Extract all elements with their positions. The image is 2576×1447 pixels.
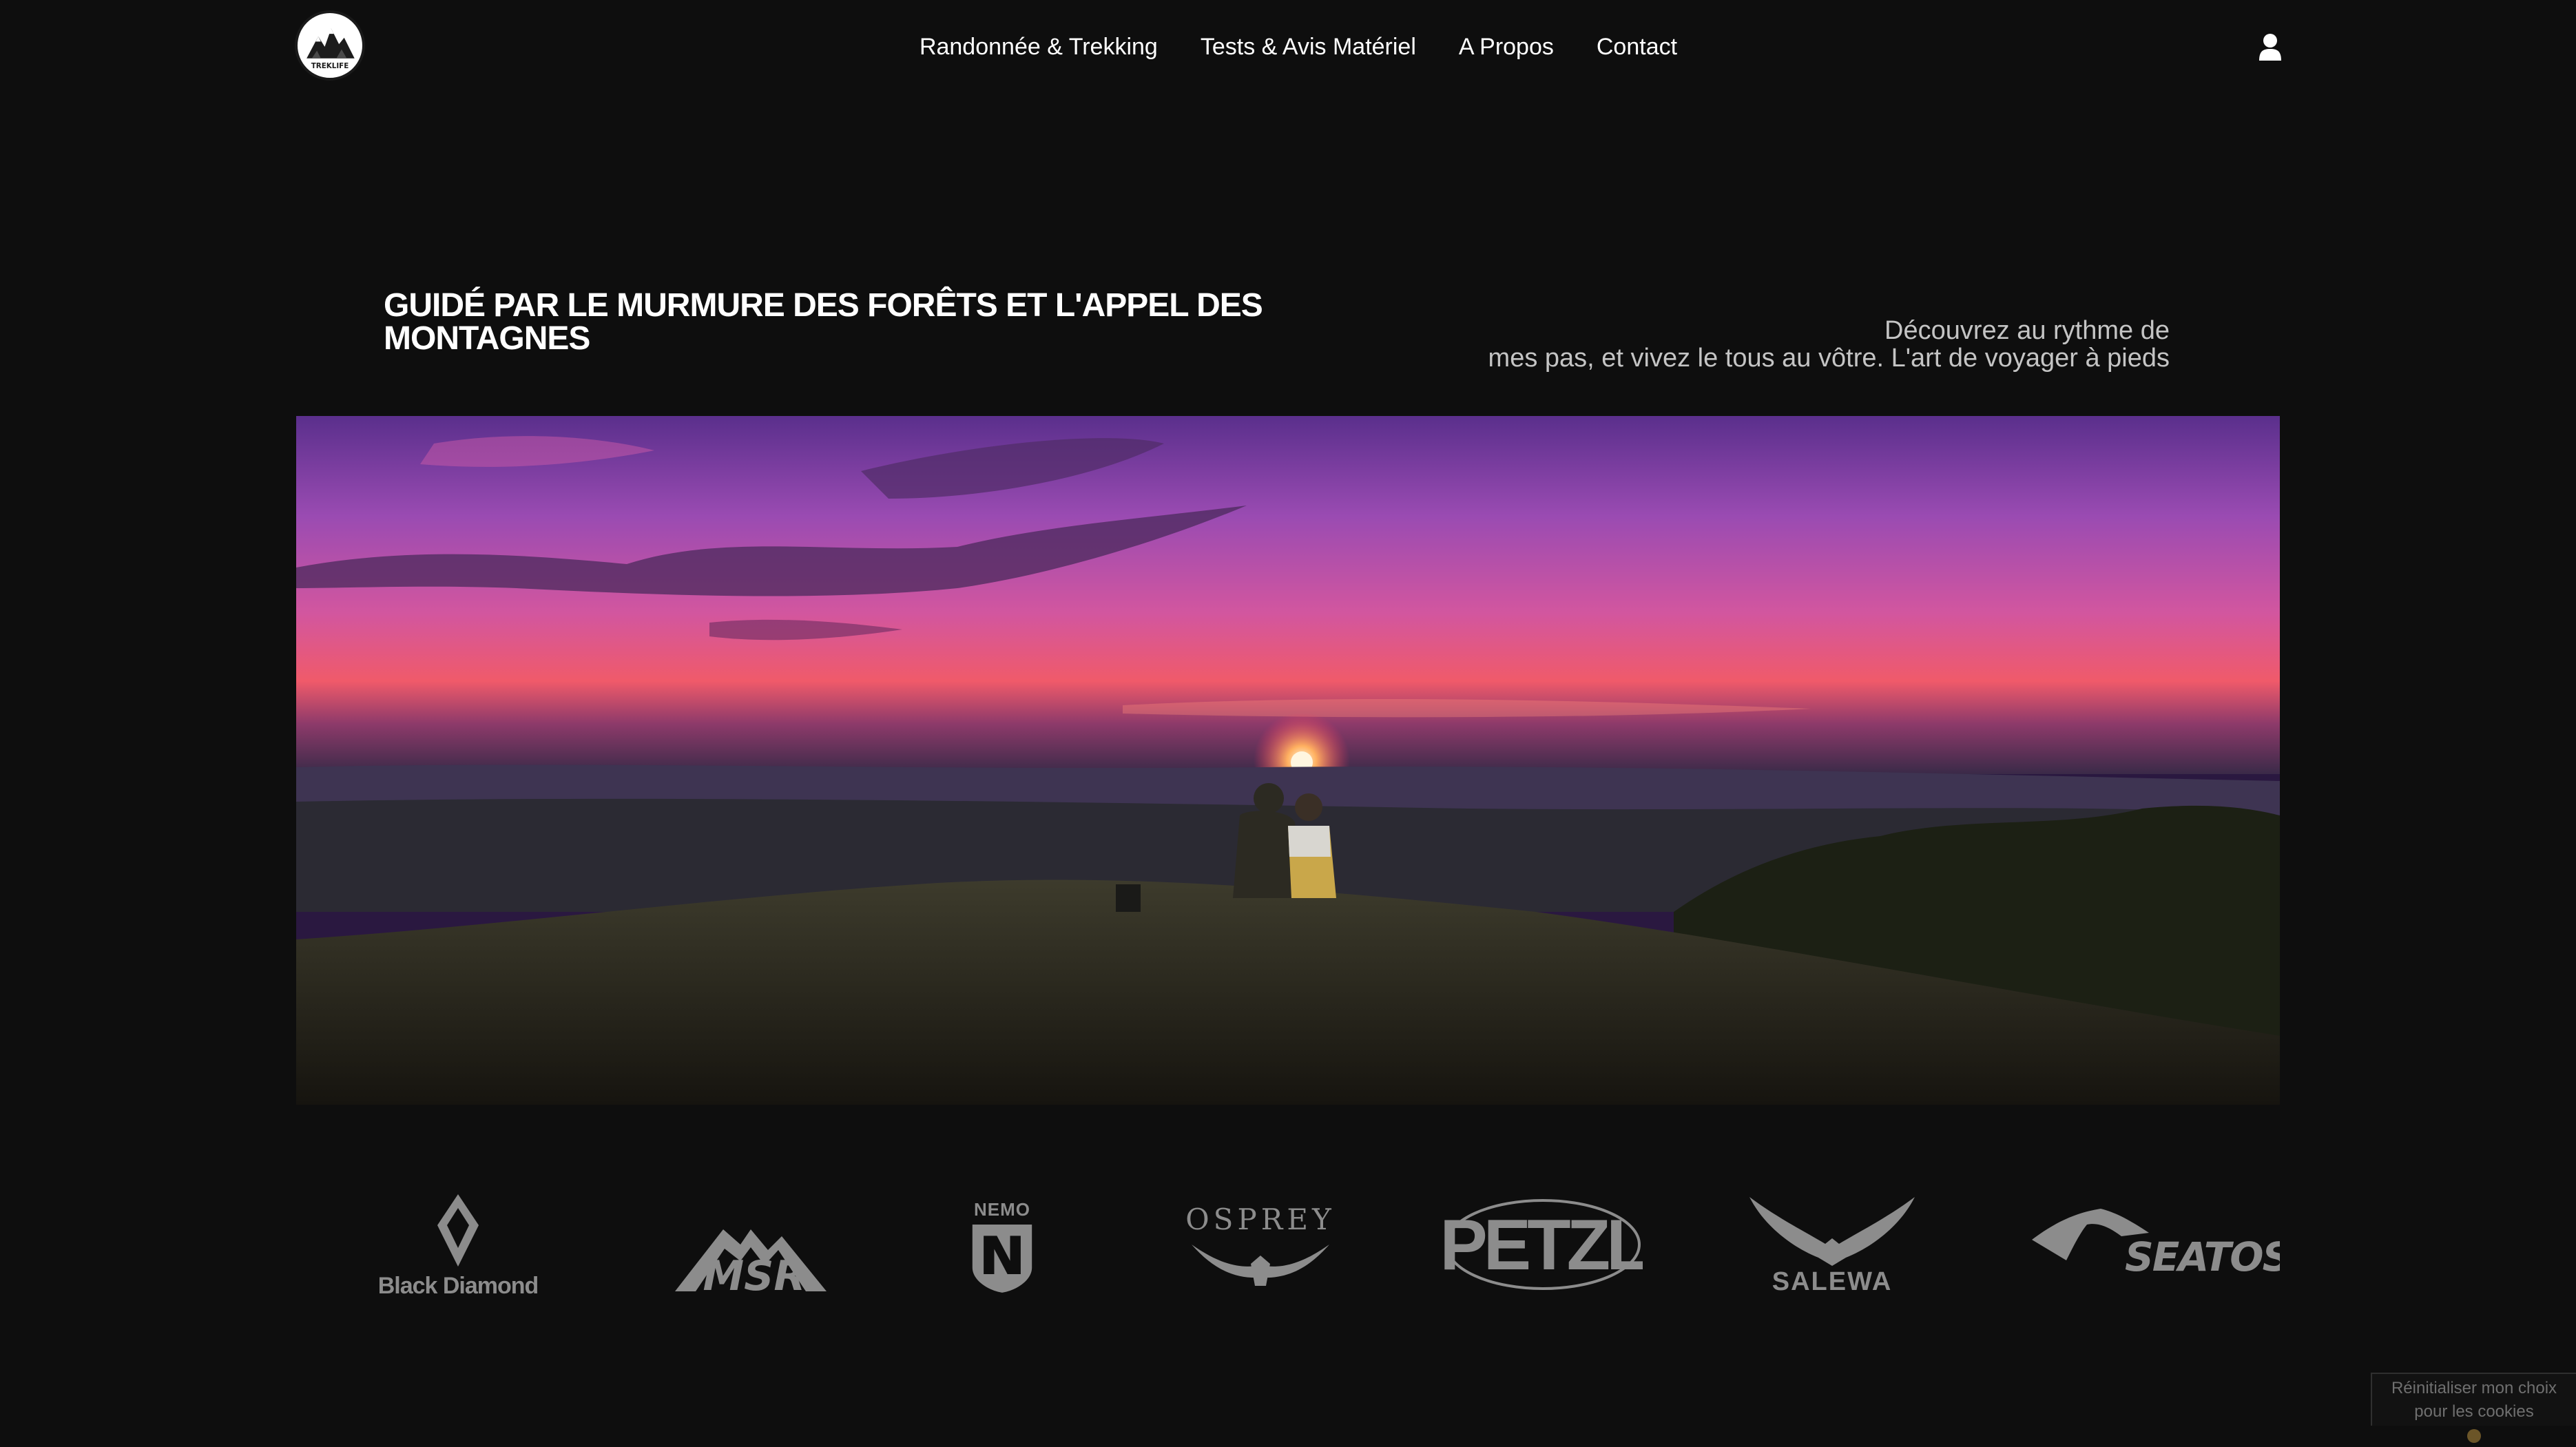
petzl-logo-text: PETZL (1443, 1205, 1643, 1285)
main-nav: Randonnée & Trekking Tests & Avis Matéri… (0, 28, 2576, 66)
cookie-icon (2467, 1428, 2481, 1443)
brand-nemo[interactable]: NEMO (951, 1164, 1054, 1329)
cookie-reset-line-1: Réinitialiser mon choix (2391, 1379, 2557, 1397)
black-diamond-icon (437, 1194, 479, 1267)
brand-sea-to-summit[interactable]: SEATOSUMMIT (2032, 1164, 2280, 1329)
brand-petzl[interactable]: PETZL (1440, 1164, 1646, 1329)
brand-salewa[interactable]: SALEWA (1743, 1164, 1922, 1329)
nav-tests-avis-materiel[interactable]: Tests & Avis Matériel (1201, 28, 1416, 66)
hero-title: GUIDÉ PAR LE MURMURE DES FORÊTS ET L'APP… (384, 287, 1263, 357)
brand-logos: Black Diamond MSR NEMO OSPREY PETZL SALE… (296, 1164, 2280, 1329)
cookie-reset-button[interactable]: Réinitialiser mon choix pour les cookies (2371, 1373, 2576, 1443)
brand-osprey[interactable]: OSPREY (1178, 1164, 1343, 1329)
nav-randonnee-trekking[interactable]: Randonnée & Trekking (920, 28, 1158, 66)
salewa-eagle-icon (1749, 1196, 1915, 1266)
hero-subtitle: Découvrez au rythme de mes pas, et vivez… (1343, 317, 2170, 372)
nav-contact[interactable]: Contact (1597, 28, 1677, 66)
cookie-reset-line-2: pour les cookies (2414, 1402, 2534, 1421)
site-header: TREKLIFE Randonnée & Trekking Tests & Av… (0, 0, 2576, 96)
sea-to-summit-logo-text: SEATOSUMMIT (2125, 1233, 2280, 1280)
nemo-shield-icon (972, 1224, 1032, 1293)
brand-msr[interactable]: MSR (668, 1164, 833, 1329)
brand-black-diamond[interactable]: Black Diamond (365, 1164, 551, 1329)
hero-subtitle-line-1: Découvrez au rythme de (1884, 316, 2170, 345)
hero-subtitle-line-2: mes pas, et vivez le tous au vôtre. L'ar… (1488, 344, 2170, 373)
osprey-bird-icon (1192, 1244, 1329, 1286)
hero-image (296, 416, 2280, 1105)
nav-a-propos[interactable]: A Propos (1459, 28, 1554, 66)
user-icon[interactable] (2258, 33, 2283, 61)
msr-logo-text: MSR (703, 1252, 805, 1291)
